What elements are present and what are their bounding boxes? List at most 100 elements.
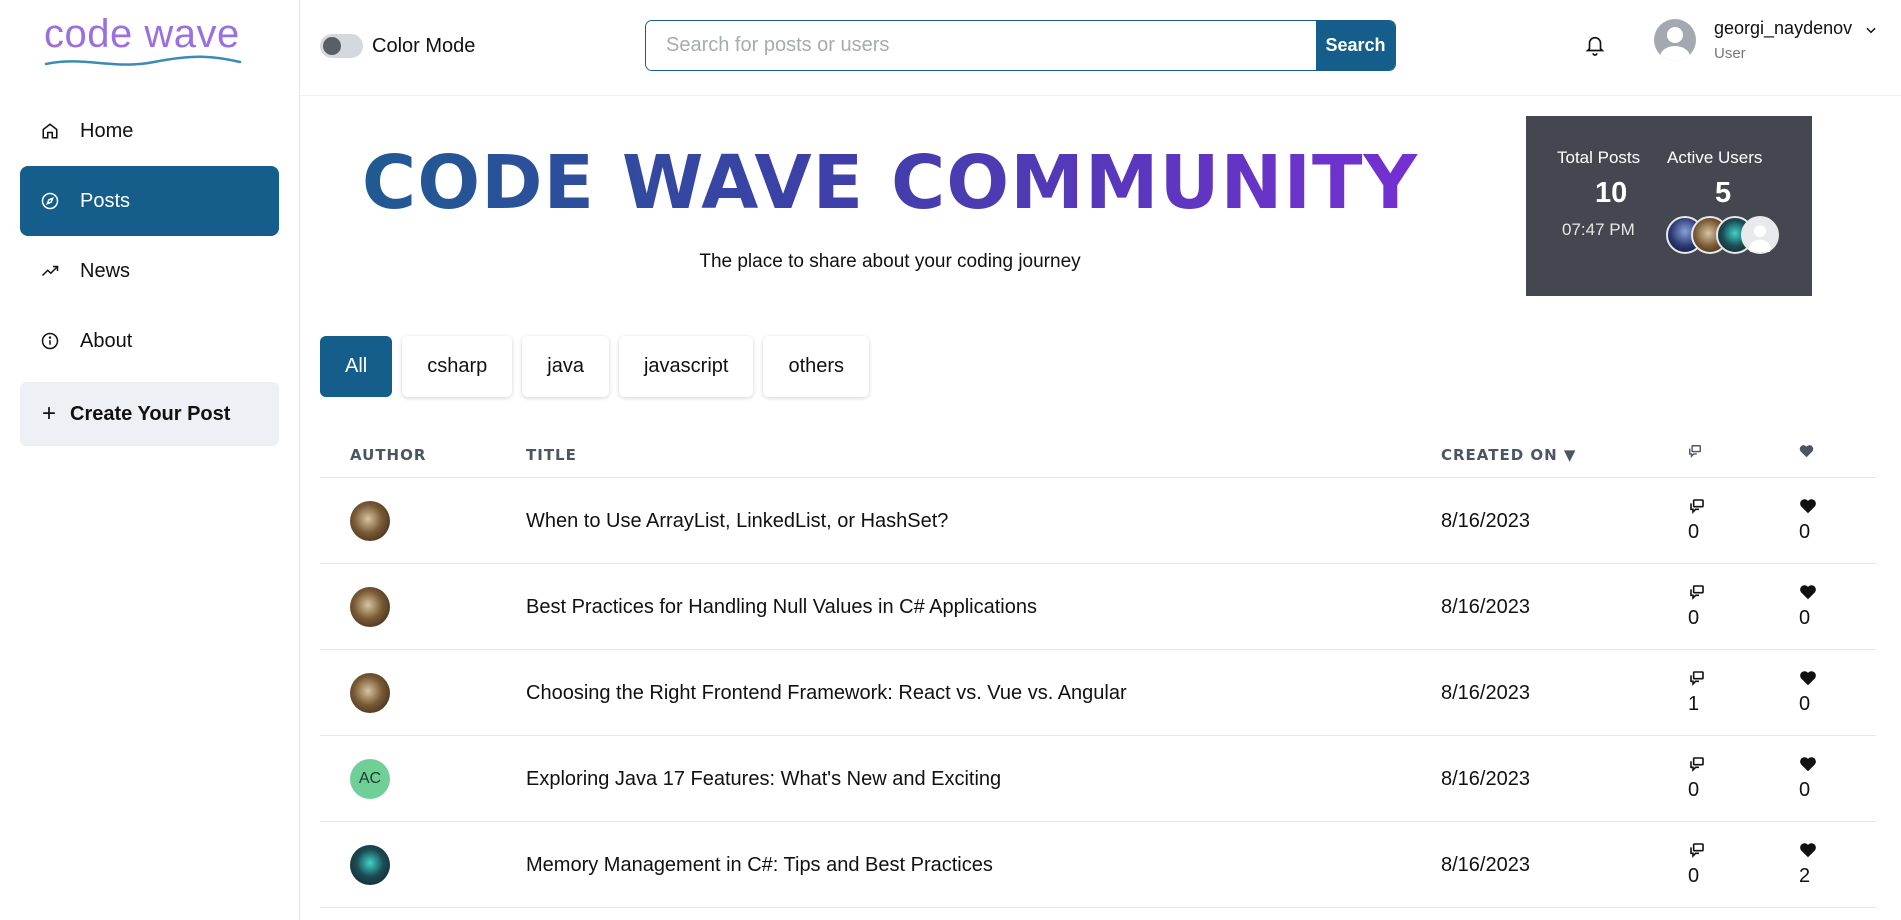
like-count[interactable]: 2 bbox=[1799, 842, 1829, 888]
sidebar-item-posts[interactable]: Posts bbox=[20, 166, 279, 236]
like-count-value: 0 bbox=[1799, 779, 1811, 801]
like-count-value: 2 bbox=[1799, 865, 1811, 887]
post-title[interactable]: Memory Management in C#: Tips and Best P… bbox=[526, 854, 993, 877]
search-bar: Search bbox=[645, 20, 1396, 71]
total-posts-label: Total Posts bbox=[1557, 148, 1641, 167]
comment-count-value: 0 bbox=[1688, 607, 1700, 629]
sidebar: code wave Home Posts News About + Create… bbox=[0, 0, 300, 920]
chevron-down-icon bbox=[1866, 27, 1876, 34]
like-count[interactable]: 0 bbox=[1799, 670, 1829, 716]
comment-count: 0 bbox=[1688, 584, 1718, 630]
table-row[interactable]: When to Use ArrayList, LinkedList, or Ha… bbox=[320, 478, 1876, 564]
tag-all[interactable]: All bbox=[320, 336, 393, 397]
comment-icon bbox=[1690, 585, 1704, 600]
stats-card: Total Posts 10 07:47 PM Active Users 5 bbox=[1526, 116, 1812, 296]
post-date: 8/16/2023 bbox=[1441, 596, 1530, 618]
heart-icon bbox=[1800, 499, 1816, 514]
info-icon bbox=[40, 331, 60, 351]
author-avatar[interactable] bbox=[350, 587, 390, 627]
post-date: 8/16/2023 bbox=[1441, 510, 1530, 532]
tag-java[interactable]: java bbox=[522, 336, 609, 397]
bell-icon[interactable] bbox=[1584, 34, 1608, 58]
sidebar-item-label: Home bbox=[80, 119, 134, 142]
color-mode-toggle[interactable] bbox=[320, 34, 363, 58]
logo-text: code wave bbox=[44, 12, 240, 56]
page-subtitle: The place to share about your coding jou… bbox=[699, 251, 1081, 272]
like-count-value: 0 bbox=[1799, 607, 1811, 629]
search-button[interactable]: Search bbox=[1316, 21, 1395, 70]
tag-others[interactable]: others bbox=[763, 336, 870, 397]
table-row[interactable]: Choosing the Right Frontend Framework: R… bbox=[320, 650, 1876, 736]
post-title[interactable]: Exploring Java 17 Features: What's New a… bbox=[526, 768, 1001, 791]
post-date: 8/16/2023 bbox=[1441, 854, 1530, 876]
sidebar-item-label: Posts bbox=[80, 189, 131, 212]
like-count[interactable]: 0 bbox=[1799, 756, 1829, 802]
create-post-button[interactable]: + Create Your Post bbox=[20, 382, 279, 446]
sidebar-item-about[interactable]: About bbox=[20, 306, 279, 376]
author-avatar[interactable] bbox=[350, 673, 390, 713]
comment-count: 1 bbox=[1688, 670, 1718, 716]
logo-wave-icon bbox=[44, 55, 242, 66]
user-avatar bbox=[1654, 19, 1696, 61]
toggle-knob bbox=[323, 37, 341, 55]
active-users-value: 5 bbox=[1715, 177, 1732, 209]
posts-table: AUTHOR TITLE CREATED ON ▼ When to Use Ar… bbox=[320, 432, 1876, 908]
like-count[interactable]: 0 bbox=[1799, 498, 1829, 544]
app-root: code wave Home Posts News About + Create… bbox=[0, 0, 1901, 920]
sidebar-item-home[interactable]: Home bbox=[20, 96, 279, 166]
like-count-value: 0 bbox=[1799, 521, 1811, 543]
comment-count: 0 bbox=[1688, 756, 1718, 802]
post-title[interactable]: Best Practices for Handling Null Values … bbox=[526, 596, 1037, 619]
create-post-label: Create Your Post bbox=[70, 402, 231, 425]
comment-count: 0 bbox=[1688, 498, 1718, 544]
post-title[interactable]: When to Use ArrayList, LinkedList, or Ha… bbox=[526, 510, 948, 533]
comment-icon bbox=[1690, 499, 1704, 514]
comment-count-value: 1 bbox=[1688, 693, 1700, 715]
author-avatar[interactable] bbox=[350, 501, 390, 541]
table-header: AUTHOR TITLE CREATED ON ▼ bbox=[320, 432, 1876, 478]
home-icon bbox=[40, 121, 60, 141]
heart-icon bbox=[1800, 671, 1816, 686]
like-count-value: 0 bbox=[1799, 693, 1811, 715]
author-avatar[interactable]: AC bbox=[350, 759, 390, 799]
user-role: User bbox=[1714, 45, 1746, 62]
tag-javascript[interactable]: javascript bbox=[618, 336, 754, 397]
column-created-on[interactable]: CREATED ON ▼ bbox=[1441, 446, 1576, 464]
post-date: 8/16/2023 bbox=[1441, 682, 1530, 704]
table-row[interactable]: Memory Management in C#: Tips and Best P… bbox=[320, 822, 1876, 908]
tag-csharp[interactable]: csharp bbox=[402, 336, 513, 397]
tag-filters: All csharp java javascript others bbox=[320, 336, 870, 397]
sidebar-item-label: News bbox=[80, 259, 131, 282]
comments-column-icon[interactable] bbox=[1688, 444, 1702, 462]
heart-icon bbox=[1800, 585, 1816, 600]
user-info: georgi_naydenov User bbox=[1714, 18, 1852, 62]
heart-icon bbox=[1800, 757, 1816, 772]
current-time: 07:47 PM bbox=[1562, 220, 1635, 239]
comment-count-value: 0 bbox=[1688, 521, 1700, 543]
user-menu[interactable]: georgi_naydenov User bbox=[1654, 18, 1878, 62]
search-input[interactable] bbox=[646, 21, 1316, 70]
plus-icon: + bbox=[42, 400, 57, 427]
like-count[interactable]: 0 bbox=[1799, 584, 1829, 630]
page-title: CODE WAVE COMMUNITY bbox=[300, 140, 1480, 226]
sidebar-item-label: About bbox=[80, 329, 133, 352]
logo[interactable]: code wave bbox=[40, 10, 242, 70]
active-users-label: Active Users bbox=[1667, 148, 1763, 167]
post-date: 8/16/2023 bbox=[1441, 768, 1530, 790]
comment-icon bbox=[1690, 757, 1704, 772]
top-bar: Color Mode Search georgi_naydenov User bbox=[300, 0, 1901, 96]
comment-count: 0 bbox=[1688, 842, 1718, 888]
author-avatar[interactable] bbox=[350, 845, 390, 885]
comment-icon bbox=[1690, 843, 1704, 858]
comment-count-value: 0 bbox=[1688, 779, 1700, 801]
compass-icon bbox=[40, 191, 60, 211]
table-row[interactable]: Best Practices for Handling Null Values … bbox=[320, 564, 1876, 650]
column-author[interactable]: AUTHOR bbox=[350, 446, 426, 464]
post-title[interactable]: Choosing the Right Frontend Framework: R… bbox=[526, 682, 1127, 705]
likes-column-icon[interactable] bbox=[1799, 444, 1814, 462]
column-title[interactable]: TITLE bbox=[526, 446, 577, 464]
table-row[interactable]: AC Exploring Java 17 Features: What's Ne… bbox=[320, 736, 1876, 822]
sidebar-item-news[interactable]: News bbox=[20, 236, 279, 306]
comment-count-value: 0 bbox=[1688, 865, 1700, 887]
active-user-avatar[interactable] bbox=[1741, 216, 1779, 256]
